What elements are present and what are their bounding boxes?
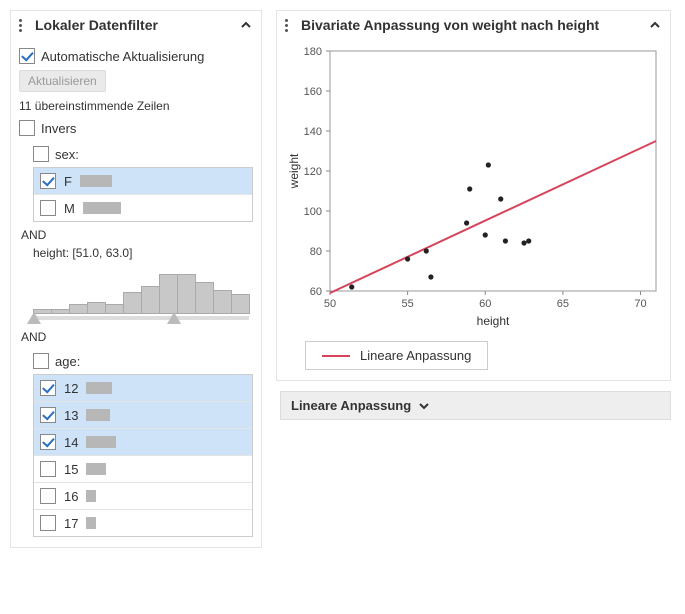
age-option-bar xyxy=(86,517,96,529)
svg-text:80: 80 xyxy=(309,246,321,258)
age-option-12[interactable]: 12 xyxy=(34,375,252,402)
height-slider-handle-left[interactable] xyxy=(27,312,41,324)
and-label-1: AND xyxy=(19,222,253,244)
svg-text:60: 60 xyxy=(309,286,321,298)
sex-option-bar xyxy=(80,175,112,187)
age-option-label: 17 xyxy=(64,516,78,531)
age-option-checkbox[interactable] xyxy=(40,434,56,450)
sex-option-label: M xyxy=(64,201,75,216)
age-option-15[interactable]: 15 xyxy=(34,456,252,483)
age-option-checkbox[interactable] xyxy=(40,488,56,504)
update-button[interactable]: Aktualisieren xyxy=(19,70,106,92)
svg-text:50: 50 xyxy=(323,298,335,310)
age-option-label: 16 xyxy=(64,489,78,504)
age-option-checkbox[interactable] xyxy=(40,380,56,396)
age-option-checkbox[interactable] xyxy=(40,515,56,531)
filter-title: Lokaler Datenfilter xyxy=(35,17,233,33)
age-option-checkbox[interactable] xyxy=(40,461,56,477)
auto-update-checkbox[interactable] xyxy=(19,48,35,64)
bivariate-column: Bivariate Anpassung von weight nach heig… xyxy=(276,10,671,420)
age-option-list: 12 13 14 15 16 17 xyxy=(33,374,253,537)
bivariate-panel: Bivariate Anpassung von weight nach heig… xyxy=(276,10,671,381)
sex-option-list: F M xyxy=(33,167,253,222)
chevron-down-icon xyxy=(417,399,431,413)
sex-label: sex: xyxy=(55,147,79,162)
age-header-checkbox[interactable] xyxy=(33,353,49,369)
sex-option-F[interactable]: F xyxy=(34,168,252,195)
filter-body: Automatische Aktualisierung Aktualisiere… xyxy=(11,39,261,547)
age-option-label: 15 xyxy=(64,462,78,477)
svg-text:70: 70 xyxy=(634,298,646,310)
auto-update-row[interactable]: Automatische Aktualisierung xyxy=(19,45,253,67)
match-count: 11 übereinstimmende Zeilen xyxy=(19,95,253,117)
svg-text:60: 60 xyxy=(479,298,491,310)
svg-text:weight: weight xyxy=(287,153,301,189)
sex-header-row[interactable]: sex: xyxy=(33,143,253,165)
scatter-chart: 60 80 100 120 140 160 180 50 55 60 65 70 height weigh… xyxy=(284,43,664,333)
height-slider-track[interactable] xyxy=(33,316,249,320)
grip-icon[interactable] xyxy=(285,19,295,32)
age-header-row[interactable]: age: xyxy=(33,350,253,372)
auto-update-label: Automatische Aktualisierung xyxy=(41,49,204,64)
and-label-2: AND xyxy=(19,324,253,346)
sex-option-checkbox[interactable] xyxy=(40,200,56,216)
sex-option-bar xyxy=(83,202,121,214)
age-option-13[interactable]: 13 xyxy=(34,402,252,429)
age-option-label: 13 xyxy=(64,408,78,423)
age-label: age: xyxy=(55,354,80,369)
filter-panel: Lokaler Datenfilter Automatische Aktuali… xyxy=(10,10,262,548)
sex-option-checkbox[interactable] xyxy=(40,173,56,189)
filter-panel-header: Lokaler Datenfilter xyxy=(11,11,261,39)
grip-icon[interactable] xyxy=(19,19,29,32)
age-option-label: 12 xyxy=(64,381,78,396)
svg-text:120: 120 xyxy=(303,166,321,178)
collapse-bivariate-chevron-icon[interactable] xyxy=(648,18,662,32)
age-option-bar xyxy=(86,463,106,475)
legend-line-icon xyxy=(322,355,350,357)
age-option-bar xyxy=(86,409,110,421)
age-option-label: 14 xyxy=(64,435,78,450)
collapse-filter-chevron-icon[interactable] xyxy=(239,18,253,32)
linear-fit-disclosure-label: Lineare Anpassung xyxy=(291,398,411,413)
age-option-17[interactable]: 17 xyxy=(34,510,252,536)
age-option-bar xyxy=(86,490,96,502)
svg-text:160: 160 xyxy=(303,86,321,98)
age-option-bar xyxy=(86,436,116,448)
sex-filter-block: sex: F M xyxy=(33,143,253,222)
svg-text:100: 100 xyxy=(303,206,321,218)
svg-text:65: 65 xyxy=(556,298,568,310)
legend-label: Lineare Anpassung xyxy=(360,348,471,363)
svg-text:140: 140 xyxy=(303,126,321,138)
linear-fit-disclosure[interactable]: Lineare Anpassung xyxy=(280,391,671,420)
bivariate-header: Bivariate Anpassung von weight nach heig… xyxy=(277,11,670,39)
age-option-14[interactable]: 14 xyxy=(34,429,252,456)
svg-text:height: height xyxy=(476,314,509,328)
svg-text:180: 180 xyxy=(303,46,321,58)
age-option-bar xyxy=(86,382,112,394)
svg-text:55: 55 xyxy=(401,298,413,310)
inverse-label: Invers xyxy=(41,121,76,136)
sex-option-M[interactable]: M xyxy=(34,195,252,221)
inverse-row[interactable]: Invers xyxy=(19,117,253,139)
age-option-checkbox[interactable] xyxy=(40,407,56,423)
bivariate-title: Bivariate Anpassung von weight nach heig… xyxy=(301,17,642,33)
chart-legend: Lineare Anpassung xyxy=(305,341,488,370)
sex-option-label: F xyxy=(64,174,72,189)
age-filter-block: age: 12 13 14 15 16 17 xyxy=(33,350,253,537)
age-option-16[interactable]: 16 xyxy=(34,483,252,510)
inverse-checkbox[interactable] xyxy=(19,120,35,136)
height-range-label: height: [51.0, 63.0] xyxy=(19,244,253,264)
height-histogram[interactable] xyxy=(33,264,249,324)
sex-header-checkbox[interactable] xyxy=(33,146,49,162)
height-slider-handle-right[interactable] xyxy=(167,312,181,324)
